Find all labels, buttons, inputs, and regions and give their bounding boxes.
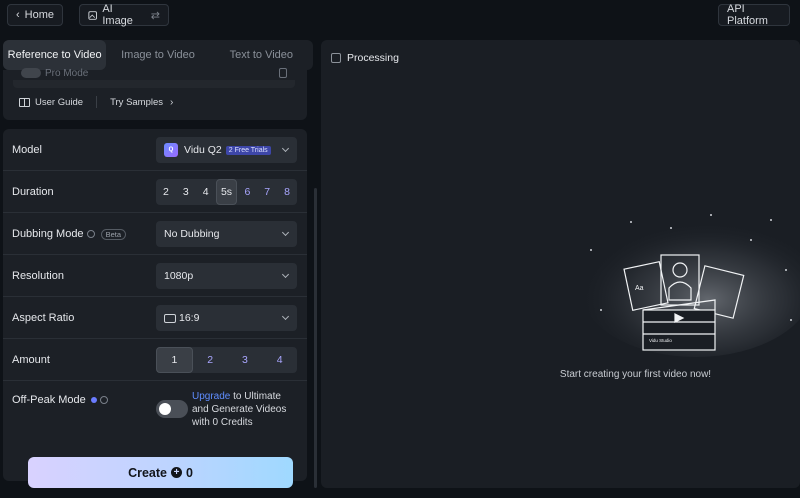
processing-label: Processing (347, 52, 399, 64)
dubbing-value: No Dubbing (164, 228, 220, 240)
tab-text-to-video[interactable]: Text to Video (210, 40, 313, 70)
off-peak-label: Off-Peak Mode (12, 394, 86, 406)
duration-option-2[interactable]: 2 (156, 179, 176, 205)
duration-option-6[interactable]: 6 (237, 179, 257, 205)
scrollbar[interactable] (314, 188, 317, 488)
info-icon[interactable] (86, 230, 95, 238)
left-panel: Reference to Video Image to Video Text t… (0, 40, 313, 498)
pro-mode-toggle[interactable] (21, 68, 41, 78)
chevron-down-icon (281, 144, 290, 153)
home-label: Home (24, 9, 55, 21)
info-icon[interactable] (99, 396, 108, 404)
pro-mode-row[interactable]: Pro Mode (21, 67, 88, 79)
free-trials-badge: 2 Free Trials (225, 145, 271, 155)
model-label: Model (12, 144, 42, 156)
pro-mode-label: Pro Mode (45, 67, 89, 79)
pro-mode-card (13, 80, 295, 88)
chevron-down-icon (281, 228, 290, 237)
duration-options: 2 3 4 5s 6 7 8 (156, 179, 297, 205)
duration-label: Duration (12, 186, 54, 198)
resolution-select[interactable]: 1080p (156, 263, 297, 289)
upgrade-link[interactable]: Upgrade (192, 391, 230, 402)
illustration-text-aa: Aa (635, 285, 644, 292)
resolution-label: Resolution (12, 270, 64, 282)
swap-icon: ⇄ (150, 9, 160, 22)
ai-image-button[interactable]: AI Image ⇄ (79, 3, 169, 27)
tab-image-to-video[interactable]: Image to Video (106, 40, 209, 70)
off-peak-label-group: Off-Peak Mode (12, 394, 108, 406)
guide-links: User Guide Try Samples › (19, 95, 173, 109)
status-dot-icon (90, 397, 97, 403)
duration-row: Duration 2 3 4 5s 6 7 8 (3, 171, 307, 213)
model-select[interactable]: Q Vidu Q2 2 Free Trials (156, 137, 297, 163)
off-peak-row: Off-Peak Mode Upgrade to Ultimate and Ge… (3, 381, 307, 437)
create-button[interactable]: Create + 0 (28, 457, 293, 488)
off-peak-toggle[interactable] (156, 400, 188, 418)
empty-state-illustration: Aa Vidu Studio (578, 213, 800, 357)
dubbing-label: Dubbing Mode (12, 228, 84, 240)
duration-option-4[interactable]: 4 (196, 179, 216, 205)
vidu-logo-icon: Q (164, 143, 178, 157)
book-icon (19, 97, 30, 107)
duration-option-5[interactable]: 5s (215, 179, 238, 205)
illustration-text-studio: Vidu Studio (649, 338, 672, 343)
amount-option-3[interactable]: 3 (228, 347, 263, 373)
chevron-down-icon (281, 270, 290, 279)
divider (96, 96, 98, 108)
resolution-row: Resolution 1080p (3, 255, 307, 297)
image-icon (88, 10, 97, 20)
create-label: Create (128, 465, 167, 480)
amount-row: Amount 1 2 3 4 (3, 339, 307, 381)
ai-image-label: AI Image (102, 3, 133, 27)
chevron-left-icon: ‹ (16, 9, 20, 21)
mode-tabs: Reference to Video Image to Video Text t… (3, 40, 313, 70)
dubbing-label-group: Dubbing Mode Beta (12, 228, 126, 240)
model-row: Model Q Vidu Q2 2 Free Trials (3, 129, 307, 171)
aspect-ratio-select[interactable]: 16:9 (156, 305, 297, 331)
empty-state-text: Start creating your first video now! (559, 369, 712, 380)
amount-label: Amount (12, 354, 50, 366)
processing-filter[interactable]: Processing (331, 52, 399, 64)
off-peak-description: Upgrade to Ultimate and Generate Videos … (192, 390, 292, 429)
user-guide-link[interactable]: User Guide (35, 97, 83, 108)
aspect-ratio-label: Aspect Ratio (12, 312, 75, 324)
aspect-ratio-icon (164, 313, 176, 323)
lock-icon (279, 68, 287, 78)
amount-option-2[interactable]: 2 (193, 347, 228, 373)
resolution-value: 1080p (164, 270, 194, 282)
api-platform-label: API Platform (727, 3, 768, 27)
amount-options: 1 2 3 4 (156, 347, 297, 373)
chevron-right-icon: › (170, 96, 174, 108)
results-panel: Processing Aa Vidu Studio Start creating… (321, 40, 800, 488)
aspect-ratio-row: Aspect Ratio 16:9 (3, 297, 307, 339)
beta-badge: Beta (100, 228, 126, 240)
empty-state-message: Start creating your first video now! (321, 369, 800, 380)
dubbing-row: Dubbing Mode Beta No Dubbing (3, 213, 307, 255)
amount-option-4[interactable]: 4 (262, 347, 297, 373)
chevron-down-icon (281, 312, 290, 321)
try-samples-link[interactable]: Try Samples (110, 97, 163, 108)
tab-reference-to-video[interactable]: Reference to Video (3, 40, 107, 70)
duration-option-7[interactable]: 7 (257, 179, 277, 205)
home-button[interactable]: ‹ Home (7, 4, 63, 26)
api-platform-button[interactable]: API Platform (718, 3, 790, 27)
dubbing-select[interactable]: No Dubbing (156, 221, 297, 247)
toggle-knob (159, 403, 171, 415)
credit-icon: + (170, 467, 182, 478)
create-credits: 0 (185, 465, 193, 480)
model-value: Vidu Q2 (184, 144, 222, 156)
amount-option-1[interactable]: 1 (156, 347, 193, 373)
settings-card: Model Q Vidu Q2 2 Free Trials Duration 2… (3, 129, 307, 481)
processing-checkbox[interactable] (331, 53, 341, 63)
aspect-ratio-value: 16:9 (179, 312, 200, 324)
duration-option-3[interactable]: 3 (176, 179, 196, 205)
guide-card: Pro Mode User Guide Try Samples › (3, 67, 307, 120)
duration-option-8[interactable]: 8 (277, 179, 297, 205)
